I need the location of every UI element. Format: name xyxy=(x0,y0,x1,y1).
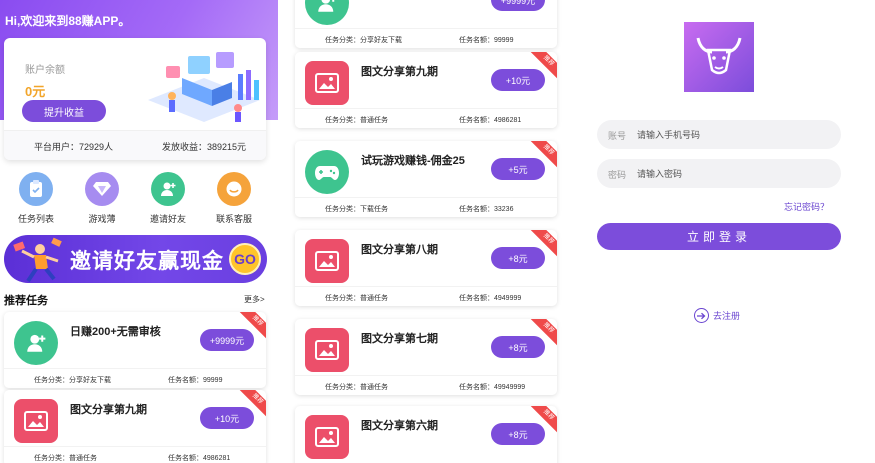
task-reward-button[interactable]: +8元 xyxy=(491,336,545,358)
more-link[interactable]: 更多> xyxy=(244,294,265,305)
platform-stats: 平台用户：72929人 发放收益：389215元 xyxy=(4,130,266,160)
password-label: 密码 xyxy=(608,170,627,180)
task-list-panel: +9999元 任务分类：分享好友下载 任务名额：99999 图文分享第九期 +1… xyxy=(278,0,578,463)
home-panel: Hi,欢迎来到88赚APP。 账户余额 0元 提升收益 平台用户：72929人 … xyxy=(0,0,278,463)
task-quota: 任务名额：99999 xyxy=(168,377,223,384)
task-card[interactable]: 试玩游戏赚钱-佣金25 +5元 推荐 任务分类：下载任务 任务名额：33236 xyxy=(295,141,557,217)
task-footer: 任务分类：普通任务 任务名额：49949999 xyxy=(295,375,557,395)
task-reward-button[interactable]: +5元 xyxy=(491,158,545,180)
task-quota: 任务名额：33236 xyxy=(459,206,514,213)
forgot-password-link[interactable]: 忘记密码？ xyxy=(784,200,829,213)
image-icon xyxy=(305,239,349,283)
task-footer: 任务分类：分享好友下载 任务名额：99999 xyxy=(295,28,557,48)
task-title: 图文分享第八期 xyxy=(361,244,438,256)
workspace-illustration xyxy=(148,52,260,122)
quick-action-label: 游戏薄 xyxy=(88,214,116,224)
task-footer: 任务分类：普通任务 任务名额：4986281 xyxy=(295,108,557,128)
task-reward-button[interactable]: +8元 xyxy=(491,247,545,269)
task-title: 图文分享第九期 xyxy=(70,404,147,416)
task-quota: 任务名额：99999 xyxy=(459,37,514,44)
platform-users: 平台用户：72929人 xyxy=(34,142,114,152)
quick-action-game-book[interactable]: 游戏薄 xyxy=(72,172,132,225)
invite-banner[interactable]: 邀请好友赢现金 GO xyxy=(4,235,267,283)
quick-action-label: 邀请好友 xyxy=(149,214,186,224)
clipboard-icon xyxy=(19,172,53,206)
greeting-text: Hi,欢迎来到88赚APP。 xyxy=(5,14,131,28)
task-reward-button[interactable]: +10元 xyxy=(491,69,545,91)
add-user-icon xyxy=(151,172,185,206)
task-title: 图文分享第九期 xyxy=(361,66,438,78)
task-title: 试玩游戏赚钱-佣金25 xyxy=(361,155,465,167)
account-label: 账号 xyxy=(608,131,627,141)
banner-go-button[interactable]: GO xyxy=(229,243,261,275)
quick-action-invite[interactable]: 邀请好友 xyxy=(138,172,198,225)
account-input[interactable] xyxy=(637,124,832,145)
task-card[interactable]: 图文分享第八期 +8元 推荐 任务分类：普通任务 任务名额：4949999 xyxy=(295,230,557,306)
balance-card: 账户余额 0元 提升收益 平台用户：72929人 发放收益：389215元 xyxy=(4,38,266,160)
task-footer: 任务分类：分享好友下载 任务名额：99999 xyxy=(4,368,266,388)
task-quota: 任务名额：4986281 xyxy=(168,455,231,462)
register-link[interactable]: 去注册 xyxy=(694,308,740,323)
task-card[interactable]: 图文分享第七期 +8元 推荐 任务分类：普通任务 任务名额：49949999 xyxy=(295,319,557,395)
section-title: 推荐任务 xyxy=(4,295,48,307)
task-footer: 任务分类：下载任务 任务名额：33236 xyxy=(295,197,557,217)
add-user-icon xyxy=(14,321,58,365)
task-footer: 任务分类：普通任务 任务名额：4986281 xyxy=(4,446,266,463)
image-icon xyxy=(305,328,349,372)
task-title: 图文分享第七期 xyxy=(361,333,438,345)
task-reward-button[interactable]: +9999元 xyxy=(200,329,254,351)
register-label: 去注册 xyxy=(713,311,741,321)
login-button[interactable]: 立即登录 xyxy=(597,223,841,250)
task-category: 任务分类：分享好友下载 xyxy=(34,377,111,384)
task-reward-button[interactable]: +9999元 xyxy=(491,0,545,11)
task-category: 任务分类：普通任务 xyxy=(325,117,388,124)
task-reward-button[interactable]: +10元 xyxy=(200,407,254,429)
task-footer: 任务分类：普通任务 任务名额：4949999 xyxy=(295,286,557,306)
task-title: 日赚200+无需审核 xyxy=(70,326,161,338)
task-category: 任务分类：普通任务 xyxy=(34,455,97,462)
payout-total: 发放收益：389215元 xyxy=(162,142,247,152)
bull-head-icon xyxy=(684,22,754,92)
task-reward-button[interactable]: +8元 xyxy=(491,423,545,445)
quick-action-task-list[interactable]: 任务列表 xyxy=(6,172,66,225)
image-icon xyxy=(305,61,349,105)
task-card[interactable]: 图文分享第六期 +8元 推荐 xyxy=(295,406,557,463)
quick-action-label: 任务列表 xyxy=(17,214,54,224)
task-category: 任务分类：下载任务 xyxy=(325,206,388,213)
arrow-right-icon xyxy=(694,308,709,323)
balance-value: 0元 xyxy=(25,84,46,99)
task-quota: 任务名额：4949999 xyxy=(459,295,522,302)
task-card[interactable]: 日赚200+无需审核 +9999元 推荐 任务分类：分享好友下载 任务名额：99… xyxy=(4,312,266,388)
add-user-icon xyxy=(305,0,349,25)
diamond-icon xyxy=(85,172,119,206)
task-card[interactable]: 图文分享第九期 +10元 推荐 任务分类：普通任务 任务名额：4986281 xyxy=(4,390,266,463)
task-category: 任务分类：分享好友下载 xyxy=(325,37,402,44)
banner-text: 邀请好友赢现金 xyxy=(70,250,224,273)
upgrade-earnings-button[interactable]: 提升收益 xyxy=(22,100,106,122)
quick-action-label: 联系客服 xyxy=(215,214,252,224)
login-panel: 账号 密码 忘记密码？ 立即登录 去注册 xyxy=(578,0,875,463)
task-category: 任务分类：普通任务 xyxy=(325,384,388,391)
task-title: 图文分享第六期 xyxy=(361,420,438,432)
task-card[interactable]: 图文分享第九期 +10元 推荐 任务分类：普通任务 任务名额：4986281 xyxy=(295,52,557,128)
runner-illustration xyxy=(13,237,62,283)
task-quota: 任务名额：4986281 xyxy=(459,117,522,124)
task-quota: 任务名额：49949999 xyxy=(459,384,526,391)
task-category: 任务分类：普通任务 xyxy=(325,295,388,302)
smile-icon xyxy=(217,172,251,206)
image-icon xyxy=(14,399,58,443)
task-card[interactable]: +9999元 任务分类：分享好友下载 任务名额：99999 xyxy=(295,0,557,48)
balance-label: 账户余额 xyxy=(25,65,65,76)
gamepad-icon xyxy=(305,150,349,194)
quick-action-support[interactable]: 联系客服 xyxy=(204,172,264,225)
image-icon xyxy=(305,415,349,459)
account-field: 账号 xyxy=(597,120,841,149)
password-input[interactable] xyxy=(637,163,832,184)
password-field: 密码 xyxy=(597,159,841,188)
